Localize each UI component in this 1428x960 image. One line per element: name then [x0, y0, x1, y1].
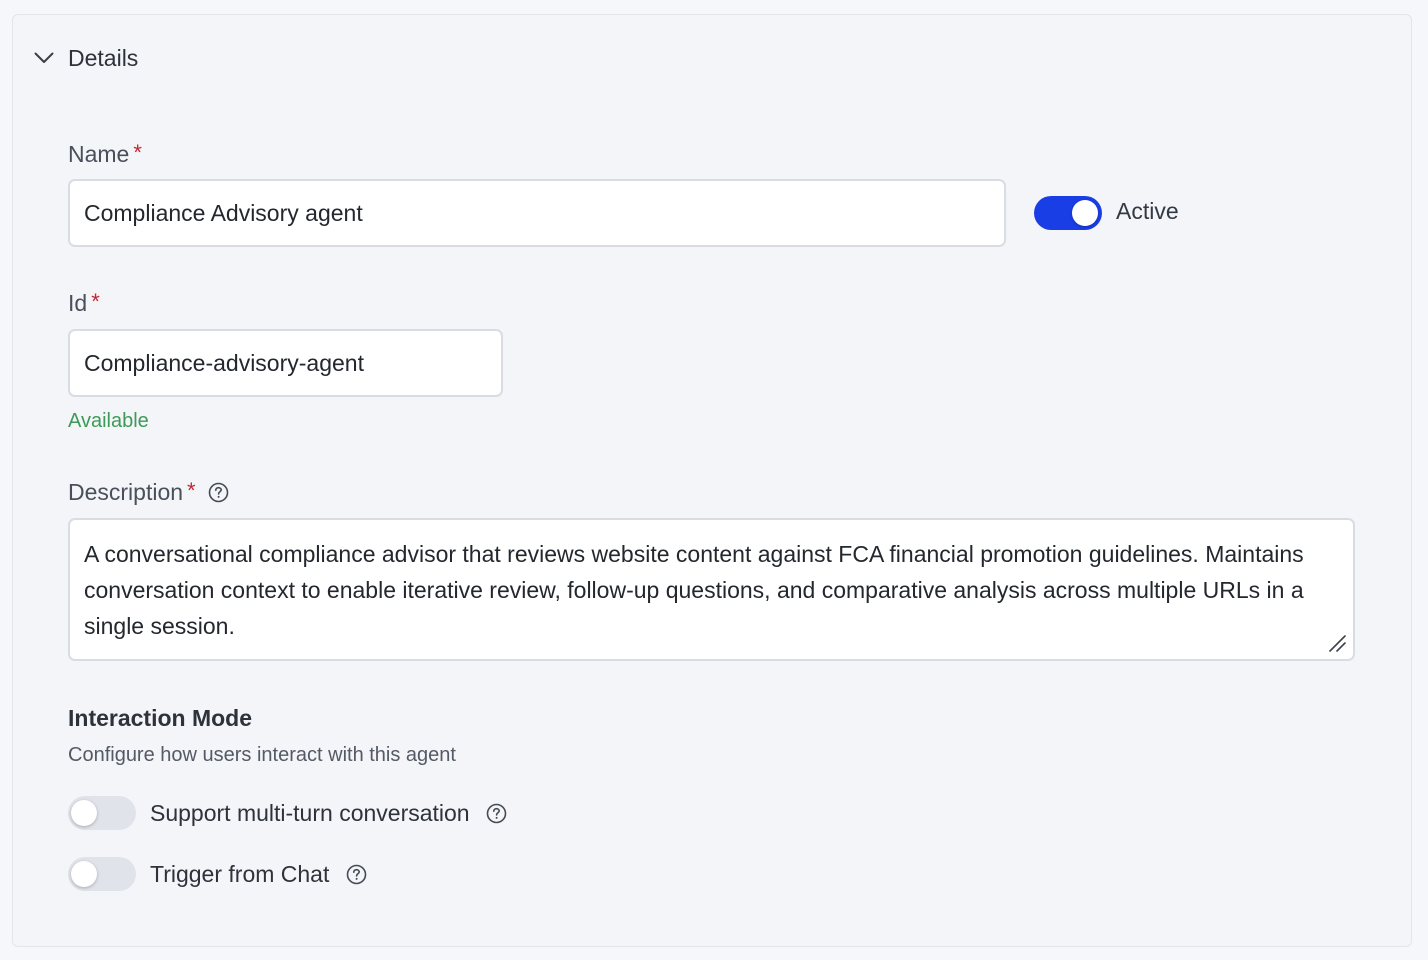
id-availability-status: Available	[68, 410, 149, 432]
multi-turn-option: Support multi-turn conversation	[68, 796, 508, 830]
chevron-down-icon[interactable]	[33, 47, 55, 69]
id-input[interactable]	[68, 329, 503, 397]
description-textarea-wrapper	[68, 518, 1355, 661]
multi-turn-toggle[interactable]	[68, 796, 136, 830]
name-input[interactable]	[68, 179, 1006, 247]
details-title: Details	[68, 44, 139, 71]
details-panel: Details Name * Active Id * Available Des…	[12, 14, 1412, 947]
description-required-mark: *	[187, 477, 196, 503]
interaction-mode-title: Interaction Mode	[68, 705, 253, 731]
trigger-from-chat-option: Trigger from Chat	[68, 857, 367, 891]
multi-turn-toggle-knob	[71, 800, 97, 826]
description-label: Description *	[68, 477, 230, 506]
description-label-text: Description	[68, 479, 184, 505]
question-circle-icon[interactable]	[208, 482, 230, 504]
active-toggle[interactable]	[1034, 196, 1102, 230]
description-textarea[interactable]	[70, 520, 1353, 659]
name-label: Name *	[68, 139, 142, 168]
resize-handle-icon[interactable]	[1327, 633, 1347, 653]
id-label-text: Id	[68, 290, 88, 316]
active-toggle-knob	[1072, 200, 1098, 226]
multi-turn-label: Support multi-turn conversation	[150, 799, 470, 826]
trigger-from-chat-label: Trigger from Chat	[150, 860, 330, 887]
id-required-mark: *	[91, 288, 100, 314]
active-label: Active	[1116, 198, 1179, 224]
name-label-text: Name	[68, 141, 130, 167]
name-required-mark: *	[133, 139, 142, 165]
trigger-from-chat-toggle[interactable]	[68, 857, 136, 891]
id-label: Id *	[68, 288, 100, 317]
trigger-from-chat-toggle-knob	[71, 861, 97, 887]
question-circle-icon[interactable]	[486, 802, 508, 824]
question-circle-icon[interactable]	[345, 863, 367, 885]
interaction-mode-subtitle: Configure how users interact with this a…	[68, 744, 456, 766]
details-section-header[interactable]: Details	[33, 43, 138, 73]
